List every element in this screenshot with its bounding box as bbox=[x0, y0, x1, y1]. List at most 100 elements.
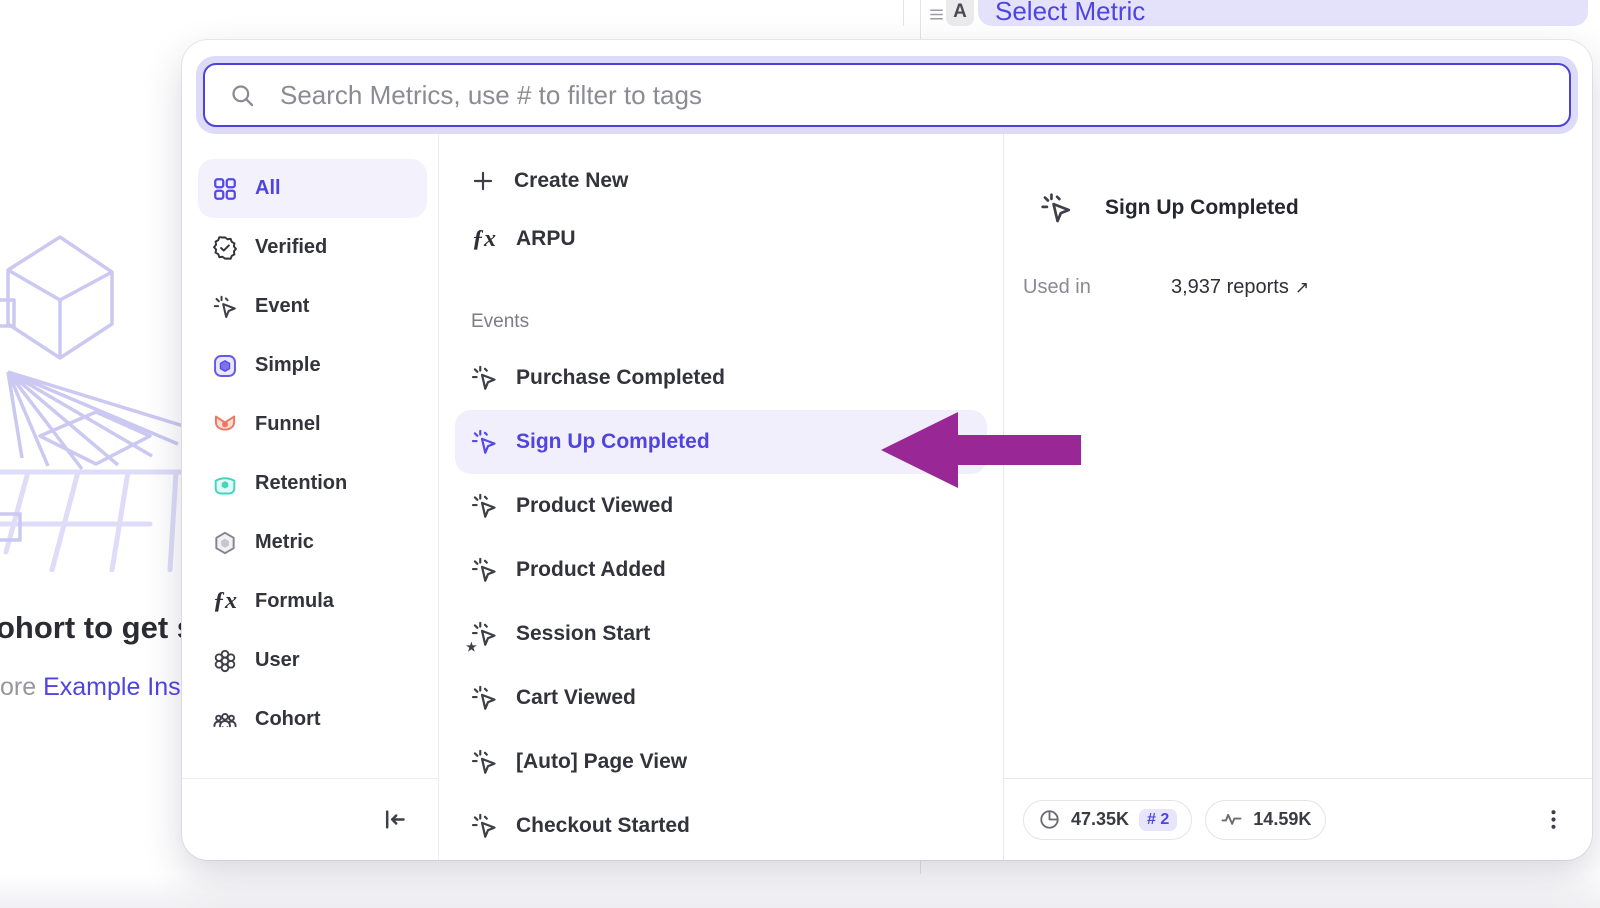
grid-icon bbox=[212, 176, 238, 202]
background-subtext: ore Example Ins bbox=[0, 673, 181, 702]
event-cursor-icon bbox=[470, 684, 498, 712]
sidebar-item-cohort[interactable]: Cohort bbox=[198, 690, 427, 749]
retention-icon bbox=[212, 471, 238, 497]
rank-chip: # 2 bbox=[1139, 809, 1177, 831]
events-section-header: Events bbox=[455, 298, 987, 346]
sidebar-item-label: All bbox=[255, 177, 281, 200]
sidebar-item-label: Simple bbox=[255, 354, 321, 377]
arpu-label: ARPU bbox=[516, 227, 576, 251]
sidebar-item-user[interactable]: User bbox=[198, 631, 427, 690]
sidebar-item-label: Cohort bbox=[255, 708, 321, 731]
background-headline-clipped: ohort to get s bbox=[0, 610, 194, 646]
select-metric-label: Select Metric bbox=[995, 0, 1145, 24]
event-cursor-icon bbox=[212, 294, 238, 320]
stat-value: 47.35K bbox=[1071, 809, 1129, 830]
used-in-row: Used in 3,937 reports ↗ bbox=[1004, 276, 1592, 299]
detail-footer: 47.35K # 2 14.59K bbox=[1004, 778, 1592, 860]
event-cursor-starred-icon: ★ bbox=[470, 620, 498, 648]
create-new-button[interactable]: Create New bbox=[455, 152, 987, 210]
sidebar-item-label: Funnel bbox=[255, 413, 321, 436]
plus-icon bbox=[470, 168, 496, 194]
event-cursor-icon bbox=[470, 748, 498, 776]
more-options-kebab-icon[interactable] bbox=[1541, 807, 1566, 832]
list-item-purchase-completed[interactable]: Purchase Completed bbox=[455, 346, 987, 410]
sidebar-item-label: Verified bbox=[255, 236, 327, 259]
event-cursor-icon bbox=[470, 556, 498, 584]
sidebar-item-event[interactable]: Event bbox=[198, 277, 427, 336]
search-icon bbox=[229, 82, 256, 109]
sidebar-item-formula[interactable]: ƒx Formula bbox=[198, 572, 427, 631]
sidebar-footer bbox=[182, 778, 438, 860]
drag-handle-icon[interactable] bbox=[928, 6, 945, 28]
sidebar-item-simple[interactable]: Simple bbox=[198, 336, 427, 395]
type-filter-sidebar: All Verified Event Simple Funnel R bbox=[182, 134, 439, 860]
event-label: Cart Viewed bbox=[516, 686, 636, 710]
sidebar-item-metric[interactable]: Metric bbox=[198, 513, 427, 572]
sidebar-item-funnel[interactable]: Funnel bbox=[198, 395, 427, 454]
verified-seal-icon bbox=[212, 235, 238, 261]
sidebar-item-label: Retention bbox=[255, 472, 347, 495]
sidebar-item-label: User bbox=[255, 649, 299, 672]
external-link-icon: ↗ bbox=[1295, 278, 1309, 297]
event-cursor-icon bbox=[470, 364, 498, 392]
metric-picker-dialog: All Verified Event Simple Funnel R bbox=[182, 40, 1592, 860]
decorative-wireframe-art bbox=[0, 222, 192, 572]
formula-fx-icon: ƒx bbox=[470, 226, 498, 253]
user-cluster-icon bbox=[212, 648, 238, 674]
stat-value: 14.59K bbox=[1253, 809, 1311, 830]
event-cursor-icon bbox=[470, 812, 498, 840]
activity-stat[interactable]: 14.59K bbox=[1205, 800, 1326, 840]
event-label: Purchase Completed bbox=[516, 366, 725, 390]
search-halo bbox=[196, 56, 1578, 134]
create-new-label: Create New bbox=[514, 169, 628, 193]
event-label: Product Viewed bbox=[516, 494, 673, 518]
search-box[interactable] bbox=[203, 63, 1571, 127]
list-item-product-viewed[interactable]: Product Viewed bbox=[455, 474, 987, 538]
cohort-people-icon bbox=[212, 707, 238, 733]
event-label: [Auto] Page View bbox=[516, 750, 687, 774]
activity-pulse-icon bbox=[1220, 808, 1243, 831]
sidebar-item-all[interactable]: All bbox=[198, 159, 427, 218]
sidebar-item-label: Event bbox=[255, 295, 309, 318]
used-in-reports-link[interactable]: 3,937 reports ↗ bbox=[1171, 276, 1309, 299]
series-a-badge: A bbox=[946, 0, 974, 26]
formula-fx-icon: ƒx bbox=[212, 588, 238, 615]
list-item-session-start[interactable]: ★ Session Start bbox=[455, 602, 987, 666]
simple-metric-icon bbox=[212, 353, 238, 379]
detail-header: Sign Up Completed bbox=[1004, 188, 1592, 228]
metric-detail-panel: Sign Up Completed Used in 3,937 reports ↗… bbox=[1003, 134, 1592, 860]
page-bottom-fade bbox=[0, 874, 1600, 908]
collapse-sidebar-icon[interactable] bbox=[381, 806, 408, 833]
event-label: Product Added bbox=[516, 558, 666, 582]
event-label: Checkout Started bbox=[516, 814, 690, 838]
hexagon-metric-icon bbox=[212, 530, 238, 556]
report-usage-stat[interactable]: 47.35K # 2 bbox=[1023, 800, 1192, 840]
funnel-icon bbox=[212, 412, 238, 438]
background-subtext-prefix: ore bbox=[0, 673, 43, 701]
list-item-cart-viewed[interactable]: Cart Viewed bbox=[455, 666, 987, 730]
example-insights-link[interactable]: Example Ins bbox=[43, 673, 181, 701]
select-metric-field[interactable]: Select Metric bbox=[978, 0, 1588, 26]
event-cursor-icon bbox=[470, 428, 498, 456]
background-column-divider bbox=[903, 0, 904, 26]
list-item-sign-up-completed[interactable]: Sign Up Completed bbox=[455, 410, 987, 474]
reports-count: 3,937 reports bbox=[1171, 276, 1289, 298]
sidebar-item-label: Formula bbox=[255, 590, 334, 613]
used-in-label: Used in bbox=[1023, 276, 1171, 299]
metric-list: Create New ƒx ARPU Events Purchase Compl… bbox=[439, 134, 1003, 860]
event-cursor-icon bbox=[1039, 191, 1073, 225]
list-item-auto-page-view[interactable]: [Auto] Page View bbox=[455, 730, 987, 794]
detail-title: Sign Up Completed bbox=[1105, 196, 1299, 220]
list-item-checkout-started[interactable]: Checkout Started bbox=[455, 794, 987, 858]
sidebar-item-retention[interactable]: Retention bbox=[198, 454, 427, 513]
sidebar-item-label: Metric bbox=[255, 531, 314, 554]
search-input[interactable] bbox=[280, 80, 1545, 111]
event-label: Sign Up Completed bbox=[516, 430, 710, 454]
list-item-arpu[interactable]: ƒx ARPU bbox=[455, 210, 987, 268]
pie-chart-icon bbox=[1038, 808, 1061, 831]
sidebar-item-verified[interactable]: Verified bbox=[198, 218, 427, 277]
star-glyph: ★ bbox=[466, 640, 477, 654]
list-item-product-added[interactable]: Product Added bbox=[455, 538, 987, 602]
event-label: Session Start bbox=[516, 622, 650, 646]
event-cursor-icon bbox=[470, 492, 498, 520]
